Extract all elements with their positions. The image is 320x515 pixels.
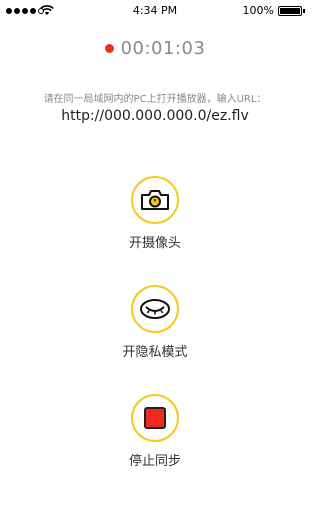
recording-timer: 00:01:03 (0, 38, 310, 59)
eye-closed-icon (140, 299, 170, 319)
stop-sync-action: 停止同步 (0, 394, 310, 469)
camera-icon (141, 190, 169, 210)
open-camera-label: 开摄像头 (128, 236, 181, 251)
elapsed-time: 00:01:03 (120, 38, 206, 59)
open-camera-button[interactable] (131, 176, 179, 224)
stop-icon (144, 407, 166, 429)
privacy-mode-button[interactable] (131, 285, 179, 333)
recording-indicator-icon (104, 44, 114, 53)
instruction-text: 请在同一局域网内的PC上打开播放器，输入URL： (43, 94, 267, 105)
privacy-mode-action: 开隐私模式 (0, 285, 310, 360)
open-camera-action: 开摄像头 (0, 176, 310, 251)
stop-sync-button[interactable] (131, 394, 179, 442)
battery-percent: 100% (242, 4, 274, 17)
stream-url: http://000.000.000.0/ez.flv (61, 108, 249, 124)
battery-tip (303, 9, 305, 13)
battery-icon (278, 6, 302, 16)
privacy-mode-label: 开隐私模式 (122, 345, 188, 360)
status-bar: 4:34 PM 100% (0, 0, 310, 22)
stop-sync-label: 停止同步 (128, 454, 181, 469)
